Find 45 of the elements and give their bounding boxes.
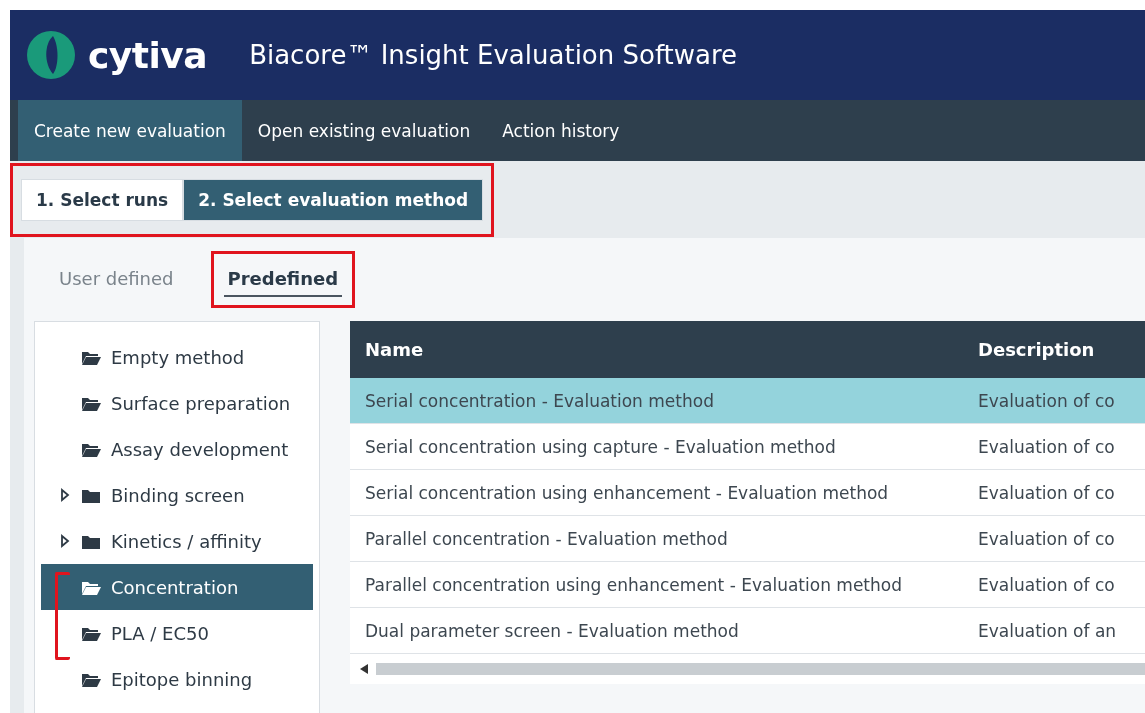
column-header: Name (365, 339, 424, 360)
tree-item[interactable]: Assay development (41, 426, 313, 472)
table-cell: Serial concentration using capture - Evaluation method (365, 436, 836, 457)
folder-icon (81, 441, 101, 457)
folder-icon (81, 395, 101, 411)
tree-item[interactable]: Epitope binning (41, 656, 313, 702)
folder-icon (81, 579, 101, 595)
table-cell: Evaluation of co (978, 436, 1115, 457)
scrollbar-track[interactable] (376, 663, 1145, 675)
logo-icon (26, 30, 76, 80)
nav-tab[interactable]: Create new evaluation (18, 100, 242, 161)
folder-icon (81, 671, 101, 687)
table-cell: Evaluation of an (978, 620, 1117, 641)
table-cell: Parallel concentration using enhancement - Evaluation method (365, 574, 902, 595)
table-cell: Parallel concentration - Evaluation method (365, 528, 728, 549)
tree-item[interactable]: Binding screen (41, 472, 313, 518)
expand-caret-icon[interactable] (60, 488, 70, 502)
table-cell: Serial concentration using enhancement - Evaluation method (365, 482, 889, 503)
nav-tab[interactable]: Open existing evaluation (241, 100, 487, 161)
step-tab[interactable]: 1. Select runs (21, 178, 184, 221)
column-header: Description (978, 339, 1095, 360)
table-row[interactable]: Serial concentration - Evaluation method Evaluation of co (350, 378, 1145, 424)
folder-icon (81, 625, 101, 641)
tree-item[interactable]: Kinetics / affinity (41, 518, 313, 564)
tree-item[interactable]: Empty method (41, 334, 313, 380)
folder-icon (81, 533, 101, 549)
table-cell: Dual parameter screen - Evaluation method (365, 620, 739, 641)
scroll-left-icon[interactable] (360, 664, 368, 674)
app-title: Biacore™ Insight Evaluation Software (249, 40, 738, 70)
logo-text: cytiva (88, 34, 208, 76)
tree-item[interactable]: PLA / EC50 (41, 610, 313, 656)
table-cell: Evaluation of co (978, 574, 1115, 595)
method-tab[interactable]: User defined (55, 262, 178, 297)
table-cell: Evaluation of co (978, 528, 1115, 549)
table-cell: Evaluation of co (978, 390, 1115, 411)
table-cell: Serial concentration - Evaluation method (365, 390, 714, 411)
folder-icon (81, 487, 101, 503)
tree-item[interactable]: Surface preparation (41, 380, 313, 426)
expand-caret-icon[interactable] (60, 534, 70, 548)
folder-icon (81, 349, 101, 365)
method-tab[interactable]: Predefined (223, 262, 343, 297)
table-cell: Evaluation of co (978, 482, 1115, 503)
nav-tab[interactable]: Action history (486, 100, 636, 161)
tree-item[interactable]: Concentration (41, 564, 313, 610)
step-tab[interactable]: 2. Select evaluation method (183, 178, 484, 221)
